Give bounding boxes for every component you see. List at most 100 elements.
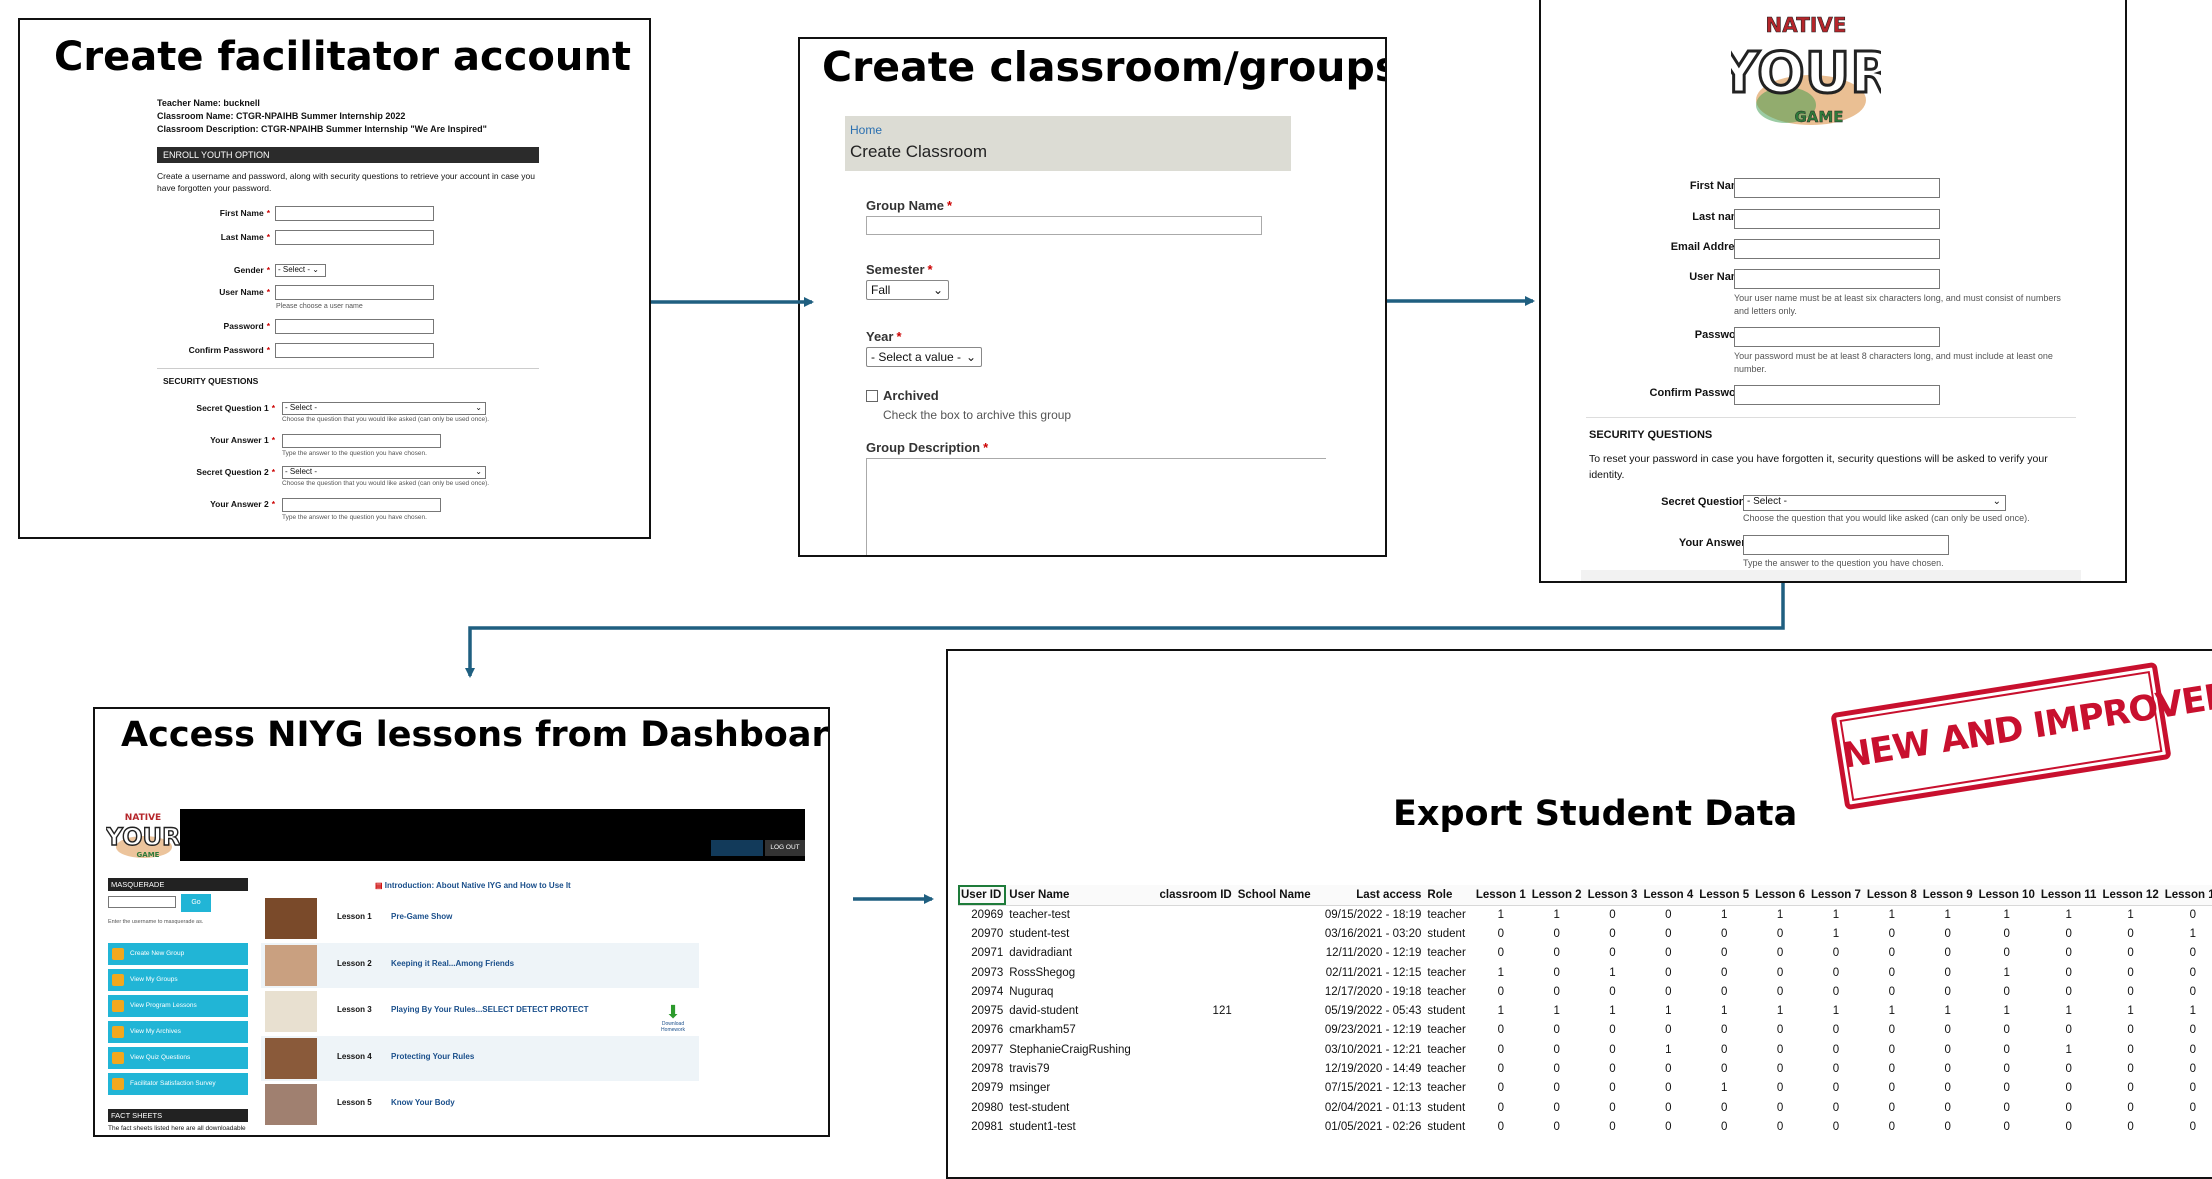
- last-name-input[interactable]: [1734, 209, 1940, 229]
- first-name-input[interactable]: [1734, 178, 1940, 198]
- table-cell[interactable]: 0: [1585, 924, 1641, 943]
- table-cell[interactable]: 1: [1976, 905, 2038, 924]
- table-cell[interactable]: 0: [1808, 944, 1864, 963]
- table-cell[interactable]: 0: [1920, 924, 1976, 943]
- table-cell[interactable]: 1: [2038, 905, 2100, 924]
- table-cell[interactable]: 20980: [958, 1098, 1006, 1117]
- table-cell[interactable]: StephanieCraigRushing: [1006, 1040, 1156, 1059]
- table-cell[interactable]: 1: [1473, 905, 1529, 924]
- table-cell[interactable]: 1: [2162, 924, 2212, 943]
- table-cell[interactable]: [1157, 905, 1235, 924]
- table-cell[interactable]: 0: [1752, 944, 1808, 963]
- table-cell[interactable]: 0: [1752, 982, 1808, 1001]
- table-cell[interactable]: 0: [1473, 944, 1529, 963]
- dashboard-menu-item[interactable]: View Quiz Questions: [108, 1047, 248, 1069]
- table-cell[interactable]: 0: [1920, 982, 1976, 1001]
- table-cell[interactable]: 0: [1808, 1040, 1864, 1059]
- column-header[interactable]: Lesson 11: [2037, 885, 2100, 906]
- table-cell[interactable]: 0: [1976, 982, 2038, 1001]
- table-cell[interactable]: 0: [1976, 1079, 2038, 1098]
- table-cell[interactable]: test-student: [1006, 1098, 1156, 1117]
- dashboard-menu-item[interactable]: Facilitator Satisfaction Survey: [108, 1073, 248, 1095]
- column-header[interactable]: Lesson 2: [1528, 885, 1585, 906]
- table-cell[interactable]: 0: [1585, 1079, 1641, 1098]
- table-cell[interactable]: 0: [1640, 1021, 1696, 1040]
- table-cell[interactable]: 0: [2099, 1021, 2161, 1040]
- masquerade-input[interactable]: [108, 896, 176, 908]
- table-cell[interactable]: 0: [1808, 1098, 1864, 1117]
- gender-select[interactable]: - Select - ⌄: [275, 264, 326, 277]
- user-name-input[interactable]: [1734, 269, 1940, 289]
- table-cell[interactable]: 0: [1864, 1040, 1920, 1059]
- column-header[interactable]: Role: [1424, 885, 1473, 906]
- table-cell[interactable]: [1235, 1117, 1314, 1136]
- table-cell[interactable]: 0: [1640, 1098, 1696, 1117]
- dashboard-menu-item[interactable]: View Program Lessons: [108, 995, 248, 1017]
- table-cell[interactable]: 0: [1976, 924, 2038, 943]
- column-header[interactable]: Lesson 9: [1919, 885, 1976, 906]
- table-cell[interactable]: 0: [1920, 1098, 1976, 1117]
- table-cell[interactable]: 0: [1864, 963, 1920, 982]
- table-cell[interactable]: [1157, 982, 1235, 1001]
- table-cell[interactable]: 0: [1920, 963, 1976, 982]
- table-cell[interactable]: 0: [1640, 982, 1696, 1001]
- column-header[interactable]: Lesson 8: [1863, 885, 1920, 906]
- table-cell[interactable]: 0: [1752, 924, 1808, 943]
- table-cell[interactable]: 0: [1920, 1117, 1976, 1136]
- table-cell[interactable]: 0: [2038, 1098, 2100, 1117]
- table-cell[interactable]: 07/15/2021 - 12:13: [1314, 1079, 1425, 1098]
- table-cell[interactable]: [1235, 944, 1314, 963]
- table-cell[interactable]: 1: [1864, 905, 1920, 924]
- table-cell[interactable]: 0: [2162, 905, 2212, 924]
- table-cell[interactable]: student: [1424, 1001, 1472, 1020]
- intro-link[interactable]: ▤ Introduction: About Native IYG and How…: [375, 881, 571, 890]
- lesson-title-link[interactable]: Pre-Game Show: [391, 912, 452, 921]
- table-cell[interactable]: 0: [1920, 1021, 1976, 1040]
- table-cell[interactable]: 20977: [958, 1040, 1006, 1059]
- table-cell[interactable]: 20971: [958, 944, 1006, 963]
- table-cell[interactable]: 1: [2038, 1001, 2100, 1020]
- table-cell[interactable]: 0: [1585, 1117, 1641, 1136]
- table-cell[interactable]: 1: [1808, 924, 1864, 943]
- table-cell[interactable]: 0: [1864, 1117, 1920, 1136]
- table-cell[interactable]: [1157, 1059, 1235, 1078]
- table-cell[interactable]: 1: [1585, 963, 1641, 982]
- table-cell[interactable]: teacher: [1424, 963, 1472, 982]
- table-cell[interactable]: teacher: [1424, 905, 1472, 924]
- table-cell[interactable]: 0: [2038, 982, 2100, 1001]
- password-input[interactable]: [275, 319, 434, 334]
- last-name-input[interactable]: [275, 230, 434, 245]
- table-cell[interactable]: 02/04/2021 - 01:13: [1314, 1098, 1425, 1117]
- table-cell[interactable]: 0: [1640, 963, 1696, 982]
- answer-1-input[interactable]: [282, 434, 441, 448]
- column-header[interactable]: User Name: [1006, 885, 1157, 906]
- confirm-password-input[interactable]: [275, 343, 434, 358]
- table-cell[interactable]: 0: [1920, 1079, 1976, 1098]
- table-cell[interactable]: 0: [1585, 982, 1641, 1001]
- table-cell[interactable]: 0: [1585, 1021, 1641, 1040]
- breadcrumb[interactable]: Home: [850, 123, 882, 137]
- table-cell[interactable]: Nuguraq: [1006, 982, 1156, 1001]
- table-cell[interactable]: 0: [1808, 1079, 1864, 1098]
- table-cell[interactable]: 0: [1585, 905, 1641, 924]
- table-cell[interactable]: 0: [1585, 1098, 1641, 1117]
- table-cell[interactable]: 0: [1473, 1021, 1529, 1040]
- table-cell[interactable]: 0: [1473, 1098, 1529, 1117]
- answer-2-input[interactable]: [282, 498, 441, 512]
- table-cell[interactable]: 0: [1529, 1117, 1585, 1136]
- table-cell[interactable]: 01/05/2021 - 02:26: [1314, 1117, 1425, 1136]
- table-cell[interactable]: 0: [1640, 924, 1696, 943]
- table-cell[interactable]: 0: [1640, 944, 1696, 963]
- table-cell[interactable]: 0: [1529, 1079, 1585, 1098]
- table-cell[interactable]: 0: [1529, 1040, 1585, 1059]
- table-cell[interactable]: [1157, 944, 1235, 963]
- table-cell[interactable]: 1: [1920, 1001, 1976, 1020]
- table-cell[interactable]: [1235, 1059, 1314, 1078]
- table-cell[interactable]: 0: [2099, 1040, 2161, 1059]
- table-cell[interactable]: 0: [2162, 1059, 2212, 1078]
- table-cell[interactable]: 0: [2162, 1021, 2212, 1040]
- table-cell[interactable]: 0: [2038, 1117, 2100, 1136]
- table-cell[interactable]: [1235, 1001, 1314, 1020]
- table-cell[interactable]: 0: [2038, 924, 2100, 943]
- lesson-title-link[interactable]: Playing By Your Rules...SELECT DETECT PR…: [391, 1005, 589, 1014]
